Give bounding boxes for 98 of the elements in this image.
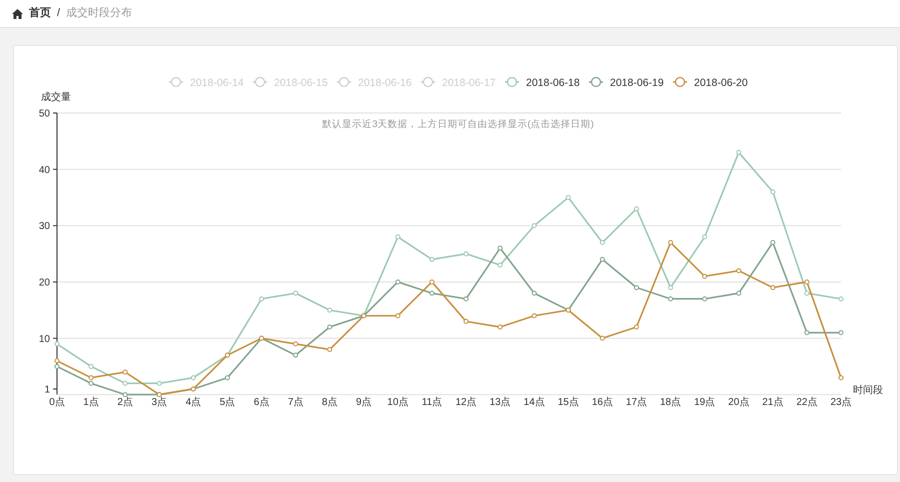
- y-tick-label: 40: [38, 164, 50, 176]
- data-point: [838, 375, 844, 380]
- x-tick-label: 19点: [694, 397, 716, 408]
- data-point: [429, 290, 434, 296]
- y-tick-label: 20: [38, 277, 50, 288]
- chart-note: 默认显示近3天数据，上方日期可自由选择显示(点击选择日期): [322, 119, 594, 130]
- data-point: [838, 330, 844, 336]
- data-point: [532, 290, 537, 296]
- data-point: [498, 246, 503, 251]
- legend-label: 2018-06-20: [694, 77, 748, 89]
- data-point: [293, 290, 298, 296]
- x-tick-label: 6点: [254, 397, 270, 408]
- data-point: [464, 251, 469, 256]
- breadcrumb-link[interactable]: 首页: [29, 5, 51, 22]
- x-tick-label: 3点: [151, 397, 168, 408]
- data-point: [804, 290, 810, 296]
- x-tick-label: 16点: [592, 397, 613, 408]
- data-point: [395, 279, 400, 284]
- y-tick-label: 10: [38, 334, 50, 345]
- data-point: [429, 279, 434, 284]
- data-point: [702, 234, 708, 240]
- x-tick-label: 4点: [186, 397, 202, 408]
- data-point: [293, 341, 298, 346]
- data-point: [122, 392, 128, 398]
- x-tick-label: 8点: [322, 397, 338, 408]
- data-point: [498, 262, 503, 268]
- data-point: [259, 296, 264, 302]
- x-tick-label: 12点: [455, 397, 477, 408]
- data-point: [668, 296, 674, 302]
- data-point: [600, 256, 605, 262]
- data-point: [804, 279, 810, 284]
- x-tick-label: 20点: [728, 397, 750, 408]
- breadcrumb-link[interactable]: 成交时段分布: [66, 5, 132, 22]
- y-tick-label: 30: [38, 221, 50, 232]
- home-icon[interactable]: [12, 8, 23, 18]
- x-tick-label: 18点: [660, 397, 682, 408]
- data-point: [634, 206, 639, 212]
- legend-item[interactable]: 2018-06-19: [589, 76, 664, 89]
- data-point: [668, 240, 674, 246]
- data-point: [600, 336, 605, 341]
- data-point: [702, 274, 708, 279]
- data-point: [122, 370, 128, 375]
- legend-item[interactable]: 2018-06-20: [673, 76, 748, 89]
- y-axis-title: 成交量: [41, 92, 71, 103]
- data-point: [838, 296, 844, 302]
- x-tick-label: 17点: [626, 397, 648, 408]
- data-point: [702, 296, 708, 302]
- x-tick-label: 7点: [288, 397, 304, 408]
- data-point: [54, 341, 60, 346]
- x-tick-label: 15点: [558, 397, 579, 408]
- y-tick-label: 1: [44, 384, 50, 396]
- data-point: [770, 240, 776, 246]
- data-point: [736, 268, 742, 274]
- data-point: [736, 290, 742, 296]
- data-point: [327, 308, 332, 313]
- x-tick-label: 23点: [830, 397, 852, 408]
- data-point: [122, 380, 128, 386]
- x-tick-label: 2点: [117, 397, 133, 408]
- data-point: [770, 285, 776, 290]
- data-point: [634, 285, 639, 290]
- legend-label: 2018-06-19: [610, 77, 664, 89]
- x-tick-label: 14点: [524, 397, 545, 408]
- breadcrumb-separator: /: [57, 6, 60, 22]
- x-tick-label: 22点: [796, 397, 818, 408]
- legend-item[interactable]: 2018-06-18: [505, 76, 580, 89]
- data-point: [464, 296, 469, 302]
- data-point: [532, 223, 537, 228]
- data-point: [464, 318, 469, 324]
- data-point: [498, 324, 503, 330]
- x-tick-label: 10点: [387, 397, 408, 408]
- data-point: [668, 285, 674, 290]
- y-tick-label: 50: [38, 108, 50, 120]
- data-point: [190, 375, 196, 380]
- x-tick-label: 13点: [490, 397, 511, 408]
- x-tick-label: 21点: [762, 397, 784, 408]
- data-point: [429, 256, 434, 262]
- data-point: [395, 234, 400, 240]
- x-tick-label: 9点: [356, 397, 372, 408]
- legend-label: 2018-06-18: [526, 77, 580, 89]
- data-point: [804, 330, 810, 336]
- data-point: [770, 189, 776, 194]
- x-axis-title: 时间段: [853, 385, 883, 396]
- data-point: [566, 194, 571, 200]
- data-point: [293, 352, 298, 358]
- x-tick-label: 5点: [220, 397, 236, 408]
- data-point: [532, 313, 537, 318]
- data-point: [600, 240, 605, 246]
- data-point: [156, 380, 162, 386]
- x-tick-label: 1点: [83, 397, 99, 408]
- data-point: [634, 324, 639, 330]
- data-point: [88, 364, 94, 369]
- data-point: [327, 347, 332, 352]
- data-point: [224, 375, 230, 380]
- x-tick-label: 11点: [422, 397, 442, 408]
- data-point: [327, 324, 332, 330]
- data-point: [395, 313, 400, 318]
- x-tick-label: 0点: [49, 397, 65, 408]
- data-point: [736, 150, 742, 155]
